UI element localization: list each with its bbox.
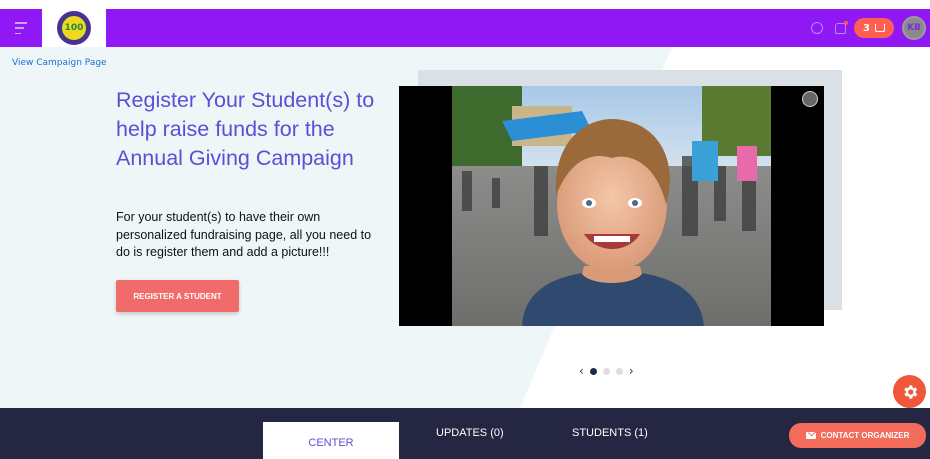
mail-icon (805, 432, 816, 439)
carousel-dot[interactable] (589, 367, 597, 375)
logo-container[interactable]: 100 (42, 9, 106, 47)
carousel-slide (399, 86, 824, 326)
gear-icon (903, 384, 917, 399)
carousel-controls: ‹ › (579, 364, 634, 378)
tab-students[interactable]: STUDENTS (1) (572, 427, 648, 439)
register-student-button[interactable]: REGISTER A STUDENT (116, 280, 239, 312)
hero-headline: Register Your Student(s) to help raise f… (116, 88, 375, 170)
carousel-prev-arrow[interactable]: ‹ (579, 364, 584, 378)
carousel-dot[interactable] (615, 367, 623, 375)
contact-organizer-label: CONTACT ORGANIZER (820, 431, 910, 440)
top-navbar: 100 3 KB (0, 9, 930, 47)
carousel-next-arrow[interactable]: › (629, 364, 634, 378)
view-campaign-link[interactable]: View Campaign Page (12, 58, 107, 68)
hero-description: For your student(s) to have their own pe… (116, 210, 372, 259)
logo: 100 (57, 11, 91, 45)
cart-button[interactable]: 3 (854, 18, 894, 38)
hamburger-menu-icon[interactable] (15, 22, 27, 34)
carousel-dot[interactable] (602, 367, 610, 375)
notification-bell-icon[interactable] (835, 20, 849, 34)
user-avatar[interactable]: KB (902, 16, 926, 40)
help-icon[interactable] (811, 22, 824, 34)
cart-icon (875, 24, 885, 32)
photo-options-icon[interactable] (802, 91, 818, 107)
tab-center[interactable]: CENTER (263, 422, 399, 459)
cart-count: 3 (863, 22, 870, 34)
bottom-tab-bar: CENTER UPDATES (0) STUDENTS (1) CONTACT … (0, 408, 930, 459)
topbar-actions: 3 KB (811, 9, 930, 47)
settings-button[interactable] (893, 375, 926, 408)
logo-label: 100 (62, 16, 86, 40)
student-photo (452, 86, 771, 326)
contact-organizer-button[interactable]: CONTACT ORGANIZER (789, 423, 926, 448)
tab-updates[interactable]: UPDATES (0) (436, 427, 504, 439)
